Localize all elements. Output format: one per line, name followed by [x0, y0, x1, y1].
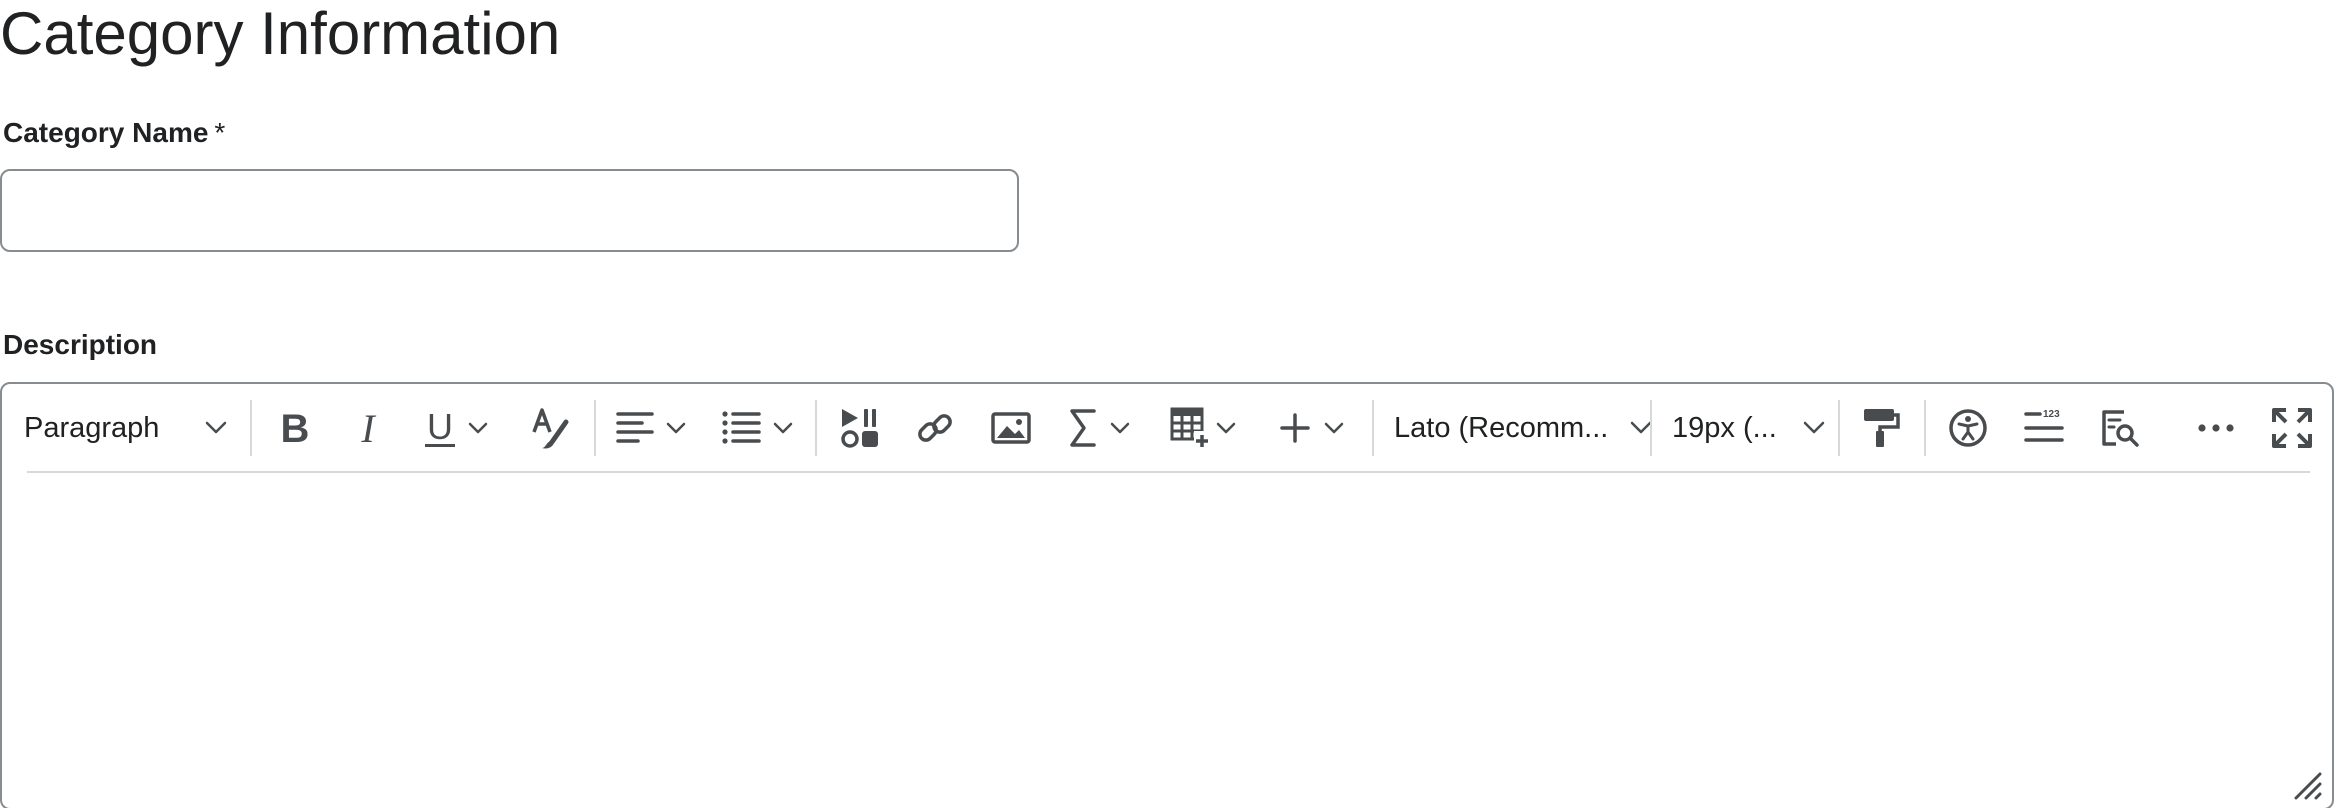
- toolbar-separator: [1838, 400, 1840, 456]
- accessibility-checker-button[interactable]: [1948, 406, 1988, 450]
- description-editor-body[interactable]: [4, 476, 2330, 806]
- svg-text:B: B: [281, 407, 310, 450]
- italic-icon: I: [348, 406, 388, 450]
- chevron-down-icon: [205, 421, 227, 435]
- required-marker: *: [214, 117, 226, 148]
- insert-icon: [1280, 413, 1310, 443]
- fullscreen-button[interactable]: [2272, 406, 2312, 450]
- svg-text:U: U: [427, 406, 453, 447]
- align-icon: [616, 408, 654, 448]
- font-size-select[interactable]: 19px (...: [1672, 406, 1825, 450]
- text-style-button[interactable]: [530, 406, 572, 450]
- list-dropdown[interactable]: [721, 406, 793, 450]
- toolbar-separator: [1372, 400, 1374, 456]
- category-form-page: Category Information Category Name * Desc…: [0, 0, 2334, 808]
- image-icon: [991, 408, 1031, 448]
- table-icon: [1170, 407, 1210, 449]
- underline-icon: U: [420, 406, 460, 450]
- accessibility-icon: [1948, 408, 1988, 448]
- resize-handle-icon[interactable]: [2292, 770, 2322, 800]
- editor-toolbar: Paragraph B I U Lato (Recomm... 19px (..…: [2, 384, 2332, 473]
- toolbar-separator: [1650, 400, 1652, 456]
- toolbar-separator: [594, 400, 596, 456]
- align-dropdown[interactable]: [616, 406, 686, 450]
- chevron-down-icon: [666, 422, 686, 435]
- preview-button[interactable]: [2100, 406, 2140, 450]
- toolbar-separator: [250, 400, 252, 456]
- svg-text:123: 123: [2043, 409, 2060, 420]
- chevron-down-icon: [1110, 422, 1130, 435]
- insert-dropdown[interactable]: [1280, 406, 1344, 450]
- chevron-down-icon: [773, 422, 793, 435]
- underline-button[interactable]: U: [420, 406, 488, 450]
- page-title: Category Information: [0, 0, 561, 67]
- toolbar-separator: [815, 400, 817, 456]
- svg-text:I: I: [360, 406, 376, 450]
- chevron-down-icon: [1803, 421, 1825, 435]
- format-painter-button[interactable]: [1862, 406, 1900, 450]
- block-format-select[interactable]: Paragraph: [24, 406, 227, 450]
- insert-media-button[interactable]: [840, 406, 880, 450]
- insert-link-button[interactable]: [915, 406, 955, 450]
- more-icon: [2196, 422, 2236, 434]
- bold-button[interactable]: B: [275, 406, 315, 450]
- toolbar-divider: [27, 471, 2310, 473]
- line-numbers-button[interactable]: 123: [2024, 406, 2064, 450]
- toolbar-separator: [1924, 400, 1926, 456]
- equation-icon: [1068, 407, 1098, 449]
- insert-image-button[interactable]: [991, 406, 1031, 450]
- description-editor: Paragraph B I U Lato (Recomm... 19px (..…: [0, 382, 2334, 808]
- text-color-icon: [530, 406, 572, 450]
- category-name-label: Category Name *: [3, 116, 225, 150]
- media-icon: [840, 407, 880, 449]
- italic-button[interactable]: I: [348, 406, 388, 450]
- format-painter-icon: [1862, 407, 1900, 449]
- font-size-value: 19px (...: [1672, 411, 1777, 444]
- block-format-value: Paragraph: [24, 411, 160, 444]
- category-name-label-text: Category Name: [3, 117, 209, 148]
- preview-icon: [2100, 408, 2140, 448]
- line-numbers-icon: 123: [2024, 408, 2064, 448]
- equation-dropdown[interactable]: [1068, 406, 1130, 450]
- font-family-value: Lato (Recomm...: [1394, 411, 1609, 444]
- category-name-input[interactable]: [0, 169, 1019, 252]
- chevron-down-icon: [468, 422, 488, 435]
- list-icon: [721, 408, 761, 448]
- font-family-select[interactable]: Lato (Recomm...: [1394, 406, 1652, 450]
- table-dropdown[interactable]: [1170, 406, 1236, 450]
- chevron-down-icon: [1216, 422, 1236, 435]
- description-label: Description: [3, 329, 158, 360]
- more-options-button[interactable]: [2196, 406, 2236, 450]
- chevron-down-icon: [1324, 422, 1344, 435]
- link-icon: [915, 408, 955, 448]
- bold-icon: B: [275, 406, 315, 450]
- fullscreen-icon: [2272, 408, 2312, 448]
